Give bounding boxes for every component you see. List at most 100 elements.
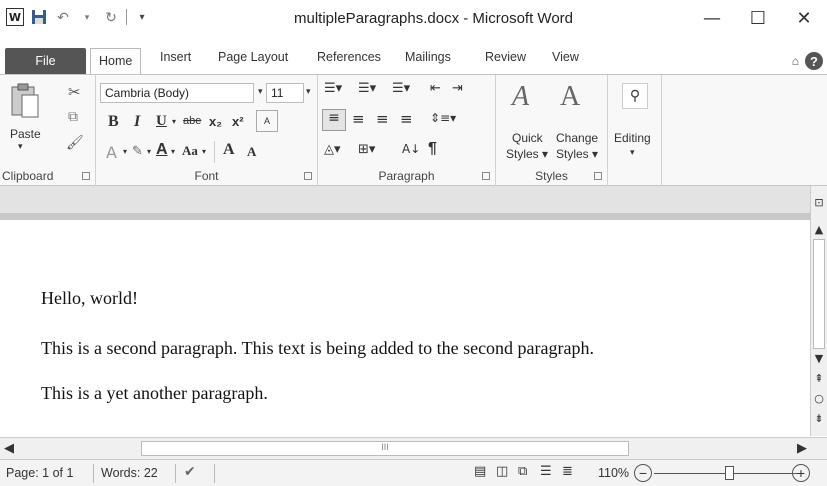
font-color-dropdown-icon[interactable]: ▾ xyxy=(171,147,175,156)
text-effects-icon[interactable]: A xyxy=(106,143,117,162)
page-count[interactable]: Page: 1 of 1 xyxy=(6,466,73,480)
increase-indent-icon[interactable]: ⇥ xyxy=(452,81,463,96)
horizontal-scroll-thumb[interactable]: III xyxy=(141,441,629,456)
browse-object-icon[interactable]: ○ xyxy=(811,392,827,405)
tab-view[interactable]: View xyxy=(552,50,579,64)
font-color-icon[interactable]: A xyxy=(156,141,168,159)
decrease-indent-icon[interactable]: ⇤ xyxy=(430,81,441,96)
align-right-button[interactable]: ≡ xyxy=(376,110,389,128)
minimize-button[interactable]: — xyxy=(689,0,735,36)
tab-insert[interactable]: Insert xyxy=(160,50,191,64)
zoom-in-button[interactable]: + xyxy=(792,464,810,482)
justify-button[interactable]: ≡ xyxy=(400,110,413,128)
close-button[interactable]: ✕ xyxy=(781,0,827,36)
minimize-ribbon-icon[interactable]: ⌂ xyxy=(792,54,799,68)
scroll-up-arrow[interactable]: ▲ xyxy=(811,223,827,236)
editing-button[interactable]: ⚲ Editing ▾ xyxy=(610,81,660,161)
format-painter-icon[interactable]: 🖌 xyxy=(66,135,84,151)
shading-icon[interactable]: ◬▾ xyxy=(324,142,341,157)
grow-font-button[interactable]: A xyxy=(223,141,235,159)
highlight-icon[interactable]: ✎ xyxy=(132,144,143,159)
help-icon[interactable]: ? xyxy=(805,52,823,70)
scroll-down-arrow[interactable]: ▼ xyxy=(811,352,827,365)
maximize-button[interactable]: ☐ xyxy=(735,0,781,36)
paste-dropdown-icon[interactable]: ▾ xyxy=(18,141,23,152)
multilevel-list-icon[interactable]: ☰▾ xyxy=(392,81,410,96)
styles-launcher-icon[interactable] xyxy=(594,172,602,180)
italic-button[interactable]: I xyxy=(134,113,140,131)
scroll-left-arrow[interactable]: ◀ xyxy=(4,441,14,456)
clear-formatting-icon[interactable]: A xyxy=(256,110,278,132)
horizontal-scrollbar[interactable]: ◀ III ▶ xyxy=(0,437,827,459)
change-styles-button[interactable]: A Change Styles ▾ xyxy=(556,81,606,161)
paragraph-launcher-icon[interactable] xyxy=(482,172,490,180)
binoculars-icon: ⚲ xyxy=(622,83,648,109)
ribbon-tabs: File Home Insert Page Layout References … xyxy=(0,48,827,75)
font-name-dropdown-icon[interactable]: ▾ xyxy=(258,86,263,97)
bold-button[interactable]: B xyxy=(108,113,119,131)
text-effects-dropdown-icon[interactable]: ▾ xyxy=(123,147,127,156)
highlight-dropdown-icon[interactable]: ▾ xyxy=(147,147,151,156)
align-center-button[interactable]: ≡ xyxy=(352,110,365,128)
tab-references[interactable]: References xyxy=(317,50,381,64)
font-name-combo[interactable]: Cambria (Body) xyxy=(100,83,254,103)
borders-icon[interactable]: ⊞▾ xyxy=(358,142,375,157)
tab-mailings[interactable]: Mailings xyxy=(405,50,451,64)
font-size-combo[interactable]: 11 xyxy=(266,83,304,103)
paste-icon xyxy=(11,83,39,118)
show-formatting-button[interactable]: ¶ xyxy=(428,140,437,158)
line-spacing-icon[interactable]: ⇕≡▾ xyxy=(430,111,456,125)
ruler-line xyxy=(0,213,810,220)
clipboard-launcher-icon[interactable] xyxy=(82,172,90,180)
web-layout-icon[interactable]: ⧉ xyxy=(518,464,527,479)
draft-icon[interactable]: ≣ xyxy=(562,464,573,479)
paragraph-2[interactable]: This is a second paragraph. This text is… xyxy=(41,338,594,359)
align-left-button[interactable]: ≡ xyxy=(322,109,346,131)
separator xyxy=(175,464,176,483)
help-area: ⌂ ? xyxy=(792,52,823,70)
strikethrough-button[interactable]: abe xyxy=(183,115,201,127)
underline-dropdown-icon[interactable]: ▾ xyxy=(172,117,176,126)
change-styles-label-2: Styles ▾ xyxy=(556,147,599,161)
font-group: Cambria (Body) ▾ 11 ▾ B I U ▾ abe x₂ x² … xyxy=(96,75,318,186)
zoom-level[interactable]: 110% xyxy=(598,466,629,480)
font-launcher-icon[interactable] xyxy=(304,172,312,180)
quick-styles-button[interactable]: A Quick Styles ▾ xyxy=(504,81,554,161)
subscript-button[interactable]: x₂ xyxy=(209,114,222,129)
view-ruler-icon[interactable]: ⊡ xyxy=(811,196,827,209)
numbering-icon[interactable]: ☰▾ xyxy=(358,81,376,96)
tab-home[interactable]: Home xyxy=(90,48,142,75)
vertical-scrollbar[interactable]: ⊡ ▲ ▼ ⇞ ○ ⇟ xyxy=(810,186,827,436)
full-screen-reading-icon[interactable]: ◫ xyxy=(496,464,508,479)
outline-icon[interactable]: ☰ xyxy=(540,464,552,479)
zoom-out-button[interactable]: − xyxy=(634,464,652,482)
vertical-scroll-thumb[interactable] xyxy=(813,239,825,349)
tab-page-layout[interactable]: Page Layout xyxy=(218,50,288,64)
separator xyxy=(214,141,215,163)
paragraph-3[interactable]: This is a yet another paragraph. xyxy=(41,383,268,404)
print-layout-icon[interactable]: ▤ xyxy=(474,464,486,479)
word-count[interactable]: Words: 22 xyxy=(101,466,158,480)
font-size-dropdown-icon[interactable]: ▾ xyxy=(306,86,311,97)
underline-button[interactable]: U xyxy=(156,113,167,130)
quick-styles-label-2: Styles ▾ xyxy=(506,147,549,161)
font-size-value: 11 xyxy=(271,86,284,100)
proofing-icon[interactable]: ✔ xyxy=(184,464,196,480)
paragraph-1[interactable]: Hello, world! xyxy=(41,288,138,309)
superscript-button[interactable]: x² xyxy=(232,114,244,129)
next-page-icon[interactable]: ⇟ xyxy=(811,412,827,425)
scroll-right-arrow[interactable]: ▶ xyxy=(797,441,807,456)
previous-page-icon[interactable]: ⇞ xyxy=(811,372,827,385)
bullets-icon[interactable]: ☰▾ xyxy=(324,81,342,96)
sort-icon[interactable]: A↓ xyxy=(402,142,420,156)
change-case-dropdown-icon[interactable]: ▾ xyxy=(202,147,206,156)
cut-icon[interactable]: ✂ xyxy=(68,83,81,101)
document-page[interactable]: Hello, world! This is a second paragraph… xyxy=(0,220,810,436)
tab-file[interactable]: File xyxy=(5,48,86,74)
paste-button[interactable]: Paste ▾ xyxy=(8,83,41,163)
change-case-button[interactable]: Aa xyxy=(182,143,198,159)
tab-review[interactable]: Review xyxy=(485,50,526,64)
zoom-slider-thumb[interactable] xyxy=(725,466,734,480)
shrink-font-button[interactable]: A xyxy=(247,144,256,160)
copy-icon[interactable]: ⧉ xyxy=(68,109,78,125)
